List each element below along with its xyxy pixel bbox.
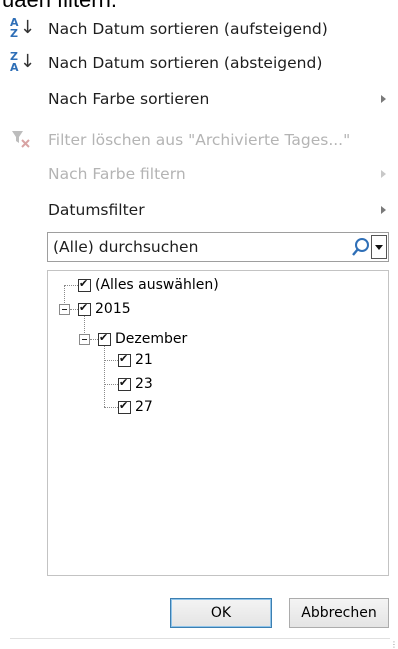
menu-sort-by-color[interactable]: Nach Farbe sortieren (0, 82, 398, 116)
menu-sort-by-color-label: Nach Farbe sortieren (48, 90, 210, 108)
menu-filter-by-color-label: Nach Farbe filtern (48, 165, 186, 183)
tree-item-label: 23 (135, 376, 153, 392)
checkbox[interactable] (118, 352, 131, 367)
checkbox[interactable] (78, 277, 91, 292)
checkbox[interactable] (118, 376, 131, 391)
tree-item-select-all[interactable]: (Alles auswählen) (78, 275, 219, 295)
search-input[interactable] (48, 233, 348, 261)
menu-sort-descending-label: Nach Datum sortieren (absteigend) (48, 54, 323, 72)
submenu-arrow-icon (381, 170, 386, 178)
menu-sort-ascending-label: Nach Datum sortieren (aufsteigend) (48, 20, 328, 38)
menu-sort-ascending[interactable]: A Z ↓ Nach Datum sortieren (aufsteigend) (0, 12, 398, 46)
search-icon[interactable] (351, 235, 371, 259)
ok-button[interactable]: OK (170, 598, 272, 628)
tree-item-label: 2015 (95, 301, 131, 317)
menu-filter-by-color[interactable]: Nach Farbe filtern (0, 157, 398, 191)
checkbox[interactable] (78, 301, 91, 316)
menu-date-filter-label: Datumsfilter (48, 201, 145, 219)
search-dropdown-button[interactable] (371, 235, 387, 259)
collapse-icon[interactable] (79, 334, 90, 345)
menu-date-filter[interactable]: Datumsfilter (0, 193, 398, 227)
submenu-arrow-icon (381, 206, 386, 214)
sort-ascending-icon: A Z ↓ (10, 16, 36, 40)
tree-item-label: Dezember (115, 331, 188, 347)
bottom-divider (10, 638, 390, 639)
menu-clear-filter-label: Filter löschen aus "Archivierte Tages...… (48, 131, 351, 149)
tree-item-year[interactable]: 2015 (78, 299, 131, 319)
menu-clear-filter[interactable]: Filter löschen aus "Archivierte Tages...… (0, 123, 398, 157)
resize-grip-icon[interactable]: ⋮ (390, 640, 398, 649)
collapse-icon[interactable] (59, 304, 70, 315)
search-box (47, 232, 389, 262)
tree-item-month[interactable]: Dezember (98, 329, 187, 349)
checkbox[interactable] (118, 399, 131, 414)
tree-item-label: 27 (135, 399, 153, 415)
filter-tree: (Alles auswählen) 2015 Dezember 21 23 27 (47, 270, 389, 576)
cancel-button[interactable]: Abbrechen (289, 598, 389, 628)
tree-item-day[interactable]: 27 (118, 397, 153, 417)
sort-descending-icon: Z A ↓ (10, 50, 36, 74)
tree-item-label: (Alles auswählen) (95, 277, 219, 293)
clear-filter-icon (10, 128, 32, 152)
tree-item-label: 21 (135, 352, 153, 368)
checkbox[interactable] (98, 331, 111, 346)
tree-item-day[interactable]: 21 (118, 350, 153, 370)
tree-item-day[interactable]: 23 (118, 374, 153, 394)
submenu-arrow-icon (381, 95, 386, 103)
menu-sort-descending[interactable]: Z A ↓ Nach Datum sortieren (absteigend) (0, 46, 398, 80)
